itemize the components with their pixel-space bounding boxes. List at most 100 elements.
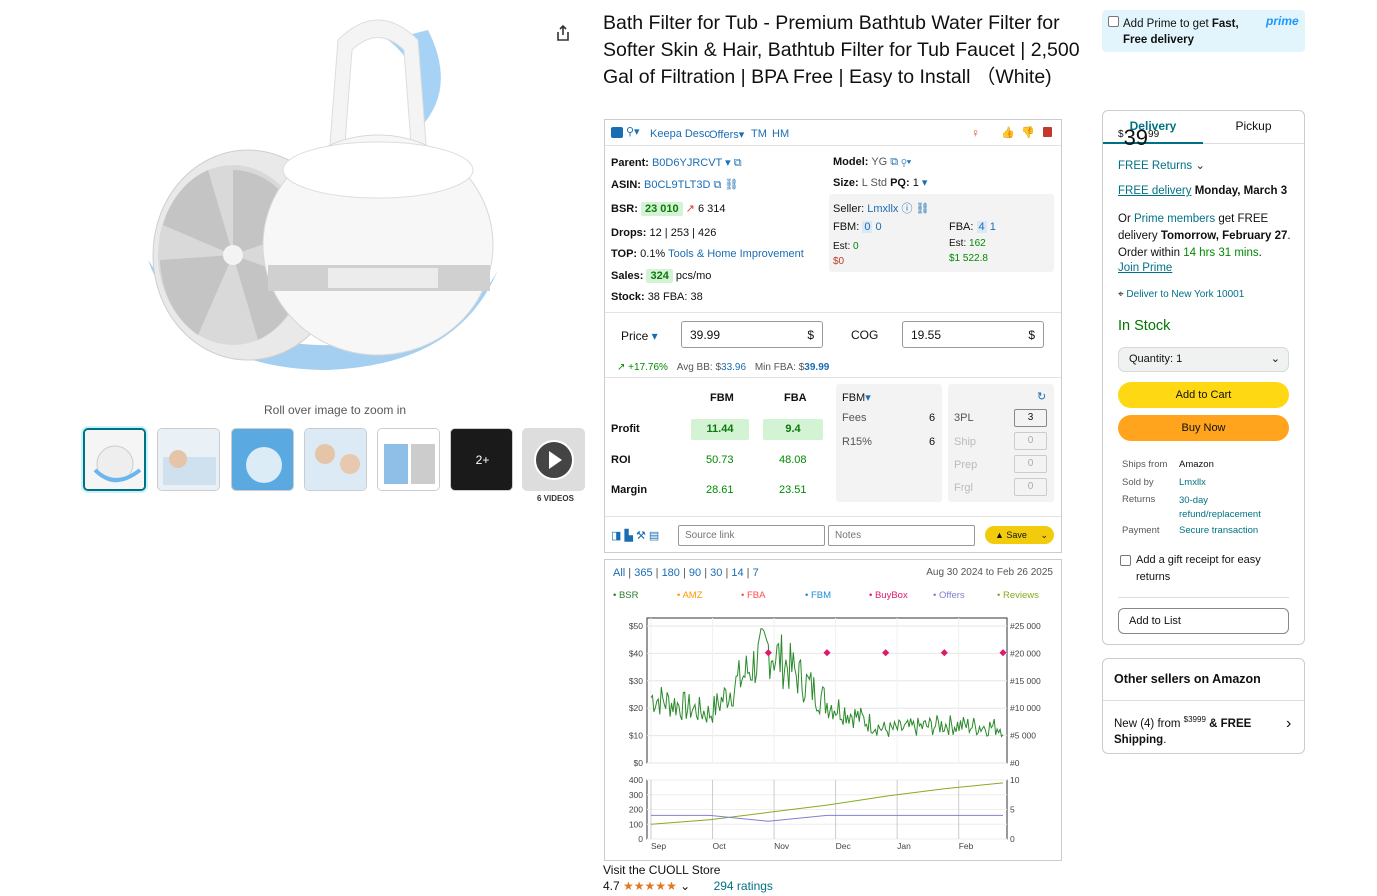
sold-by-link[interactable]: Lmxllx xyxy=(1179,477,1206,488)
range-tabs: All | 365 | 180 | 90 | 30 | 14 | 7 xyxy=(613,567,759,579)
deliver-to-row[interactable]: ⌖ Deliver to New York 10001 xyxy=(1118,289,1244,300)
thumbnail-5[interactable] xyxy=(377,428,440,491)
tpl-input[interactable]: 3 xyxy=(1014,409,1047,427)
ratings-count-link[interactable]: 294 ratings xyxy=(714,879,773,893)
y2-tick-right: 0 xyxy=(1010,834,1015,844)
legend-fbm[interactable]: • FBM xyxy=(805,590,831,601)
fba-count-b[interactable]: 1 xyxy=(990,221,996,233)
range-tab-All[interactable]: All xyxy=(613,567,625,579)
cog-input[interactable]: 19.55 $ xyxy=(902,321,1044,348)
y-tick-right: #15 000 xyxy=(1010,676,1041,686)
price-dropdown-icon[interactable]: ▾ xyxy=(648,329,658,343)
range-tab-14[interactable]: 14 xyxy=(731,567,743,579)
thumbs-up-icon[interactable]: 👍 xyxy=(1001,126,1015,139)
prime-members-link[interactable]: Prime members xyxy=(1134,213,1215,225)
quantity-select[interactable]: Quantity: 1 ⌄ xyxy=(1118,347,1289,372)
price-input[interactable]: 39.99 $ xyxy=(681,321,823,348)
range-tab-30[interactable]: 30 xyxy=(710,567,722,579)
other-sellers-offer[interactable]: New (4) from $3999 & FREE Shipping. xyxy=(1114,712,1274,748)
top-category-link[interactable]: Tools & Home Improvement xyxy=(668,248,804,260)
store-link[interactable]: Visit the CUOLL Store xyxy=(603,863,720,877)
returns-link[interactable]: 30-day refund/replacement xyxy=(1179,494,1279,522)
chevron-right-icon[interactable]: › xyxy=(1286,715,1291,733)
chart-legend: • BSR • AMZ • FBA • FBM • BuyBox • Offers • Re… xyxy=(609,590,1059,604)
refresh-icon[interactable]: ↻ xyxy=(1037,390,1046,403)
prep-input[interactable]: 0 xyxy=(1014,455,1047,473)
add-to-list-button[interactable]: Add to List xyxy=(1118,608,1289,634)
search-icon[interactable]: ⚲▾ xyxy=(626,125,640,138)
thumbnail-videos[interactable] xyxy=(522,428,585,491)
keepa-chart: All | 365 | 180 | 90 | 30 | 14 | 7 Aug 3… xyxy=(604,559,1062,861)
countdown: 14 hrs 31 mins xyxy=(1183,247,1259,259)
parent-dropdown-icon[interactable]: ▾ ⧉ xyxy=(722,157,741,169)
thumbnail-3[interactable] xyxy=(231,428,294,491)
save-dropdown-icon[interactable]: ⌄ xyxy=(1040,526,1048,544)
gift-receipt-checkbox[interactable] xyxy=(1120,555,1131,566)
pq-dropdown-icon[interactable]: ▾ xyxy=(919,177,928,189)
save-button[interactable]: ▲ Save ⌄ xyxy=(985,526,1054,544)
fees-mode[interactable]: FBM xyxy=(842,392,865,404)
keepa-offers-link[interactable]: Offers▾ xyxy=(709,128,744,141)
legend-buybox[interactable]: • BuyBox xyxy=(869,590,908,601)
keepa-tm-link[interactable]: TM xyxy=(751,128,767,140)
parent-asin-link[interactable]: B0D6YJRCVT xyxy=(652,157,722,169)
seller-info-icon[interactable]: ⓘ ⛓ xyxy=(898,203,929,215)
tab-pickup[interactable]: Pickup xyxy=(1203,111,1304,144)
thumbnail-4[interactable] xyxy=(304,428,367,491)
range-tab-90[interactable]: 90 xyxy=(689,567,701,579)
range-tab-180[interactable]: 180 xyxy=(662,567,680,579)
free-delivery-link[interactable]: FREE delivery xyxy=(1118,185,1192,197)
buybox-point xyxy=(940,649,948,657)
keepa-desc-link[interactable]: Keepa Desc xyxy=(650,128,710,140)
fbm-count-a[interactable]: 0 xyxy=(862,221,873,233)
fees-mode-dropdown-icon[interactable]: ▾ xyxy=(865,392,871,404)
y2-tick-left: 100 xyxy=(629,819,643,829)
y-tick-right: #10 000 xyxy=(1010,703,1041,713)
legend-offers[interactable]: • Offers xyxy=(933,590,965,601)
model-search-icon[interactable]: ⧉ ⚲▾ xyxy=(890,156,911,168)
free-returns-link[interactable]: FREE Returns ⌄ xyxy=(1118,158,1205,172)
trophy-icon[interactable]: ♀ xyxy=(971,126,980,140)
copy-icon[interactable]: ⧉ ⛓ xyxy=(710,179,739,191)
legend-amz[interactable]: • AMZ xyxy=(677,590,703,601)
product-main-image[interactable] xyxy=(128,10,508,395)
rating-dropdown-icon[interactable]: ⌄ xyxy=(677,879,690,893)
source-link-input[interactable] xyxy=(678,525,825,546)
y2-tick-left: 300 xyxy=(629,790,643,800)
legend-bsr[interactable]: • BSR xyxy=(613,590,639,601)
thumbs-down-icon[interactable]: 👎 xyxy=(1021,126,1035,139)
legend-reviews[interactable]: • Reviews xyxy=(997,590,1039,601)
fbm-count-b[interactable]: 0 xyxy=(876,221,882,233)
r15-label: R15% xyxy=(842,436,872,448)
thumbnail-1[interactable] xyxy=(83,428,146,491)
range-tab-365[interactable]: 365 xyxy=(634,567,652,579)
keepa-panel: ⚲▾ Keepa Desc Offers▾ TM HM ♀ 👍 👎 Parent… xyxy=(604,119,1062,553)
y-tick-left: $20 xyxy=(629,703,643,713)
payment-link[interactable]: Secure transaction xyxy=(1179,525,1258,536)
thumbnail-2[interactable] xyxy=(157,428,220,491)
ship-input[interactable]: 0 xyxy=(1014,432,1047,450)
seller-link[interactable]: Lmxllx xyxy=(867,203,898,215)
add-to-cart-button[interactable]: Add to Cart xyxy=(1118,382,1289,408)
star-rating-icon[interactable]: ★★★★★ xyxy=(623,879,677,893)
fba-count-a[interactable]: 4 xyxy=(976,221,987,233)
thumbnail-more-images[interactable]: 2+ xyxy=(450,428,513,491)
keepa-logo-icon[interactable] xyxy=(611,127,623,138)
legend-fba[interactable]: • FBA xyxy=(741,590,765,601)
range-tab-7[interactable]: 7 xyxy=(753,567,759,579)
share-icon[interactable] xyxy=(554,24,572,42)
bsr-label: BSR: xyxy=(611,203,638,215)
join-prime-link[interactable]: Join Prime xyxy=(1118,262,1172,274)
prime-checkbox[interactable] xyxy=(1108,16,1119,27)
frgl-input[interactable]: 0 xyxy=(1014,478,1047,496)
asin-link[interactable]: B0CL9TLT3D xyxy=(644,179,710,191)
notes-input[interactable] xyxy=(828,525,975,546)
tools-icons[interactable]: ◨ ▙ ⚒ ▤ xyxy=(611,529,659,542)
gift-receipt-label: Add a gift receipt for easy returns xyxy=(1136,554,1261,583)
lock-icon[interactable] xyxy=(1043,127,1052,137)
margin-fbm: 28.61 xyxy=(706,484,734,496)
deliver-to-link[interactable]: Deliver to New York 10001 xyxy=(1126,289,1244,300)
fba-est-money: $1 522.8 xyxy=(949,253,988,264)
keepa-hm-link[interactable]: HM xyxy=(772,128,789,140)
buy-now-button[interactable]: Buy Now xyxy=(1118,415,1289,441)
